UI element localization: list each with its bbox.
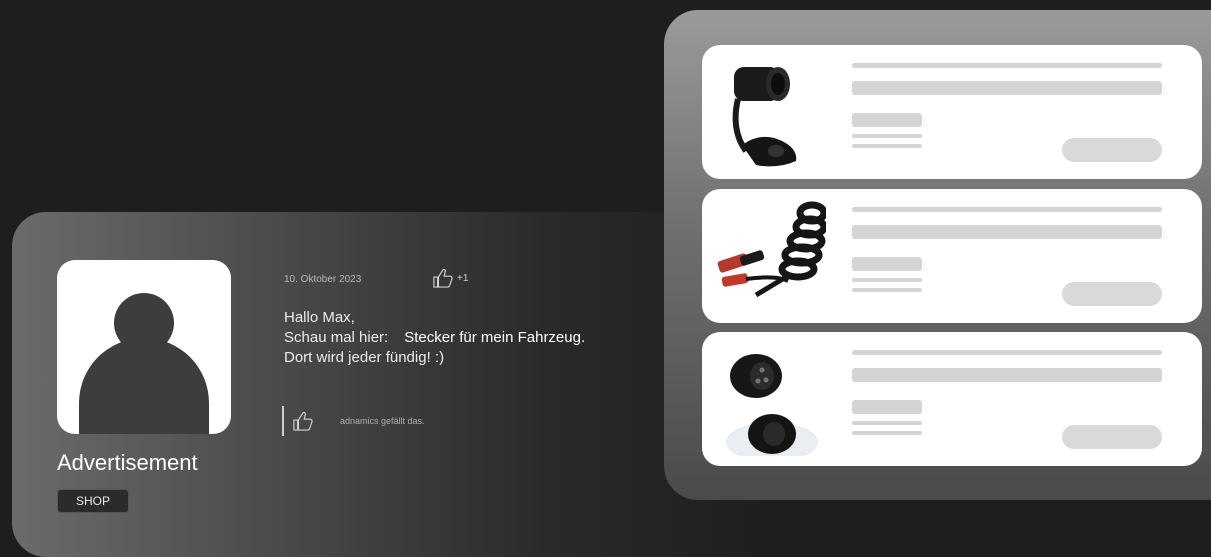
placeholder-price: [852, 257, 922, 271]
product-card[interactable]: [702, 189, 1202, 323]
avatar-body: [79, 338, 209, 434]
like-count: +1: [457, 272, 469, 284]
placeholder-price: [852, 400, 922, 414]
thumbs-up-icon: [433, 268, 453, 288]
thumbs-up-icon[interactable]: [292, 411, 314, 431]
message-prefix: Schau mal hier:: [284, 329, 389, 346]
message-line-2: Schau mal hier: Stecker für mein Fahrzeug…: [284, 328, 585, 348]
placeholder-title: [852, 81, 1162, 95]
shop-panel: [664, 10, 1211, 500]
coiled-cable-icon: [717, 201, 826, 298]
placeholder-line: [852, 63, 1162, 68]
divider: [282, 406, 284, 436]
avatar: [57, 260, 231, 434]
placeholder-button[interactable]: [1062, 425, 1162, 449]
socket-plug-icon: [732, 67, 797, 167]
placeholder-button[interactable]: [1062, 282, 1162, 306]
placeholder-price: [852, 113, 922, 127]
liked-by-text: adnamics gefällt das.: [340, 416, 425, 426]
advertiser-name: Advertisement: [57, 450, 198, 475]
placeholder-line: [852, 288, 922, 292]
placeholder-line: [852, 350, 1162, 355]
product-card[interactable]: [702, 45, 1202, 179]
placeholder-line: [852, 207, 1162, 212]
liked-by-row: adnamics gefällt das.: [282, 406, 425, 436]
comment-card: Advertisement SHOP 10. Oktober 2023 +1 H…: [12, 212, 772, 557]
placeholder-line: [852, 134, 922, 138]
product-link[interactable]: Stecker für mein Fahrzeug.: [404, 329, 585, 346]
product-card[interactable]: [702, 332, 1202, 466]
comment-message: Hallo Max, Schau mal hier: Stecker für me…: [284, 308, 585, 368]
placeholder-title: [852, 368, 1162, 382]
shop-button[interactable]: SHOP: [57, 489, 129, 513]
placeholder-line: [852, 431, 922, 435]
adapter-plug-icon: [726, 354, 818, 456]
greeting-line: Hallo Max,: [284, 309, 355, 326]
placeholder-line: [852, 421, 922, 425]
placeholder-line: [852, 144, 922, 148]
placeholder-button[interactable]: [1062, 138, 1162, 162]
placeholder-title: [852, 225, 1162, 239]
placeholder-line: [852, 278, 922, 282]
comment-date: 10. Oktober 2023: [284, 274, 362, 285]
like-button[interactable]: +1: [432, 268, 468, 288]
message-line-3: Dort wird jeder fündig! :): [284, 349, 445, 366]
